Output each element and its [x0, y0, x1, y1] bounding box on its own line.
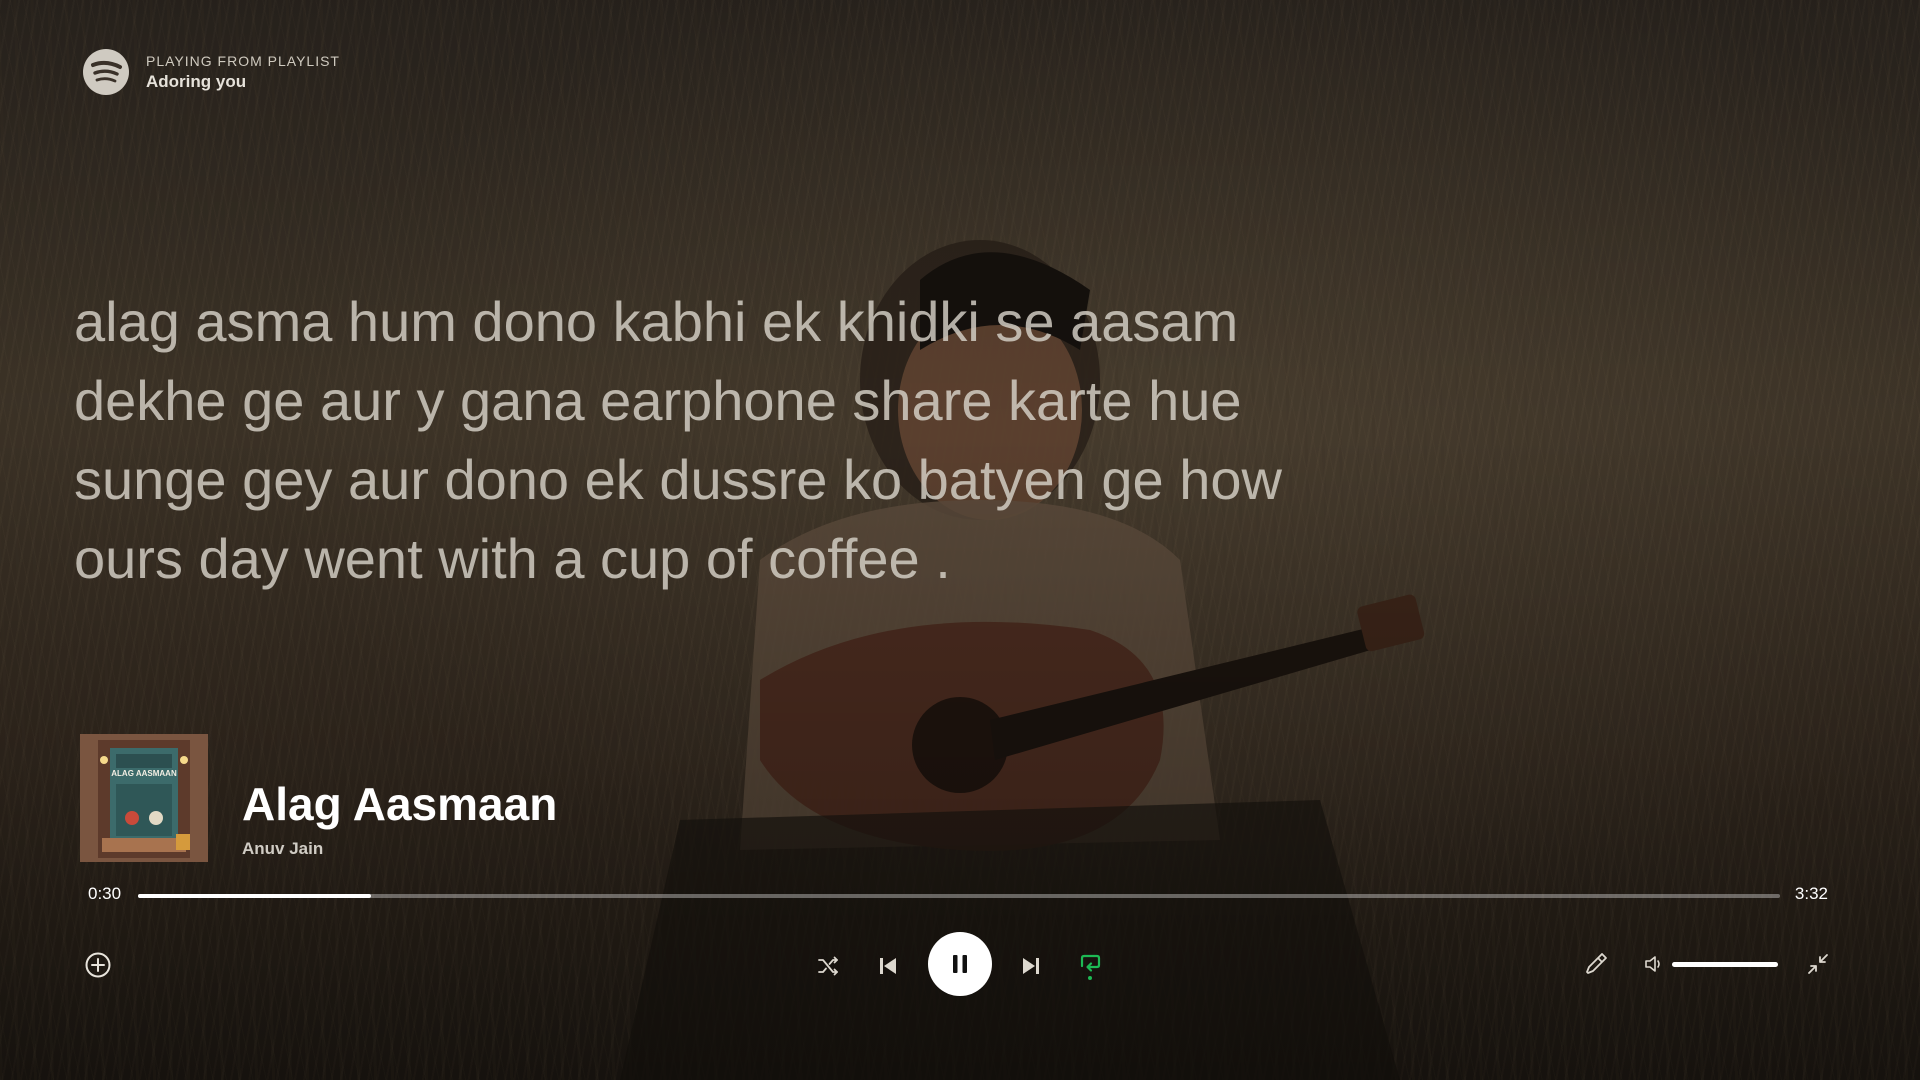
add-circle-icon	[85, 952, 111, 978]
track-info: ALAG AASMAAN Alag Aasmaan Anuv Jain	[80, 734, 557, 862]
progress-bar[interactable]	[138, 894, 1780, 898]
volume-fill	[1672, 962, 1778, 967]
volume-slider[interactable]	[1672, 962, 1778, 967]
album-cover-title: ALAG AASMAAN	[111, 769, 177, 778]
skip-previous-icon	[880, 958, 896, 974]
track-title[interactable]: Alag Aasmaan	[242, 777, 557, 831]
skip-next-icon	[1023, 958, 1039, 974]
previous-button[interactable]	[872, 950, 904, 982]
playlist-name-link[interactable]: Adoring you	[146, 72, 340, 92]
shuffle-icon	[818, 956, 838, 976]
now-playing-context: PLAYING FROM PLAYLIST Adoring you	[82, 48, 340, 96]
next-button[interactable]	[1015, 950, 1047, 982]
pin-icon	[1586, 953, 1607, 974]
lyric-line: sunge gey aur dono ek dussre ko batyen g…	[74, 448, 1282, 511]
lyrics-panel: alag asma hum dono kabhi ek khidki se aa…	[74, 282, 1414, 598]
lyric-line: ours day went with a cup of coffee .	[74, 527, 951, 590]
spotify-logo-icon[interactable]	[82, 48, 130, 96]
playback-progress: 0:30 3:32	[88, 884, 1828, 904]
repeat-icon	[1080, 954, 1101, 980]
album-cover[interactable]: ALAG AASMAAN	[80, 734, 208, 862]
lyric-line: dekhe ge aur y gana earphone share karte…	[74, 369, 1242, 432]
lyric-line: alag asma hum dono kabhi ek khidki se aa…	[74, 290, 1239, 353]
context-kicker: PLAYING FROM PLAYLIST	[146, 52, 340, 69]
progress-fill	[138, 894, 372, 898]
album-art-illustration: ALAG AASMAAN	[80, 734, 208, 862]
connect-device-button[interactable]	[1580, 948, 1612, 980]
pause-icon	[953, 955, 967, 973]
volume-button[interactable]	[1640, 950, 1668, 978]
track-artist[interactable]: Anuv Jain	[242, 839, 557, 859]
minimize-icon	[1808, 954, 1828, 974]
shuffle-button[interactable]	[812, 950, 844, 982]
player-controls	[0, 929, 1920, 999]
exit-fullscreen-button[interactable]	[1802, 948, 1834, 980]
repeat-button[interactable]	[1073, 947, 1107, 987]
total-duration: 3:32	[1794, 884, 1828, 903]
elapsed-time: 0:30	[88, 884, 122, 903]
add-to-playlist-button[interactable]	[82, 949, 114, 981]
volume-icon	[1645, 956, 1660, 972]
pause-button[interactable]	[928, 932, 992, 996]
